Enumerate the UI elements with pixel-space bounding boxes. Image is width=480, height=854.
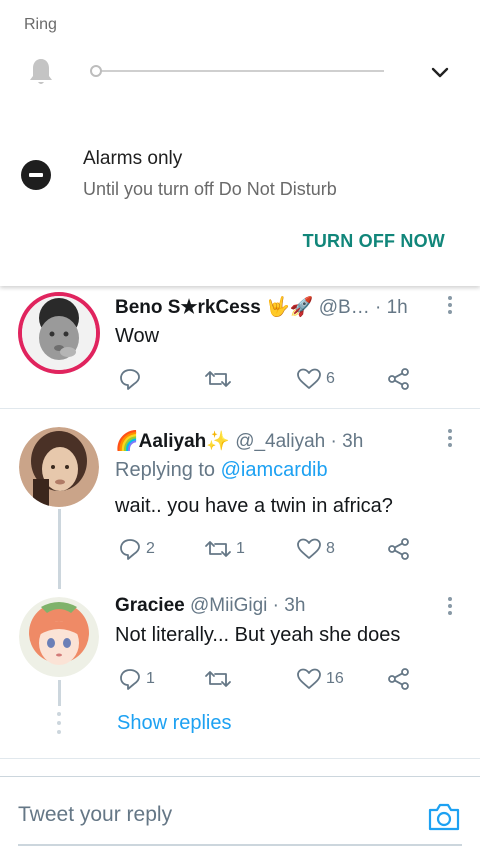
notification-shade: Ring Alarms only Until you turn off Do N… xyxy=(0,0,480,286)
separator-dot: · xyxy=(375,297,382,318)
tweet-text: wait.. you have a twin in africa? xyxy=(115,495,393,517)
replying-to-line: Replying to @iamcardib xyxy=(115,459,328,482)
divider xyxy=(0,758,480,759)
reply-icon xyxy=(120,539,140,560)
tweet[interactable]: Beno S★rkCess 🤟🚀 @B… · 1h Wow 6 xyxy=(0,286,480,408)
separator-dot: · xyxy=(272,595,279,616)
reply-button[interactable]: 1 xyxy=(118,666,155,692)
reply-button[interactable] xyxy=(118,366,146,392)
display-name[interactable]: Graciee xyxy=(115,595,185,616)
tweet-header: Graciee @MiiGigi · 3h xyxy=(115,595,305,617)
reply-input-underline xyxy=(18,844,462,846)
tweet-actions: 1 16 xyxy=(118,666,418,692)
show-replies-link[interactable]: Show replies xyxy=(117,712,232,735)
more-options-icon[interactable] xyxy=(447,429,453,449)
avatar[interactable] xyxy=(19,427,99,507)
bell-icon[interactable] xyxy=(27,57,55,87)
do-not-disturb-icon xyxy=(21,160,51,190)
retweet-count: 1 xyxy=(236,540,245,557)
like-button[interactable]: 6 xyxy=(296,366,335,392)
retweet-button[interactable]: 1 xyxy=(204,536,245,562)
retweet-button[interactable] xyxy=(204,666,236,692)
twitter-conversation-screen: Ring Alarms only Until you turn off Do N… xyxy=(0,0,480,854)
ring-label: Ring xyxy=(24,16,57,33)
reply-composer xyxy=(0,776,480,854)
like-count: 8 xyxy=(326,540,335,557)
ring-volume-slider[interactable] xyxy=(90,64,386,78)
like-button[interactable]: 8 xyxy=(296,536,335,562)
like-button[interactable]: 16 xyxy=(296,666,344,692)
retweet-icon xyxy=(205,371,231,387)
more-options-icon[interactable] xyxy=(447,296,453,316)
avatar[interactable] xyxy=(18,292,100,374)
reply-icon xyxy=(120,669,140,690)
like-count: 16 xyxy=(326,670,344,687)
reply-count: 2 xyxy=(146,540,155,557)
heart-icon xyxy=(297,668,321,689)
heart-icon xyxy=(297,368,321,389)
chevron-down-icon[interactable] xyxy=(428,62,452,84)
thread-line xyxy=(58,680,61,706)
tweet-text: Wow xyxy=(115,325,160,347)
separator-dot: · xyxy=(330,431,337,452)
share-button[interactable] xyxy=(386,666,412,692)
timestamp: 3h xyxy=(284,595,306,616)
dnd-title: Alarms only xyxy=(83,148,183,169)
tweet-text: Not literally... But yeah she does xyxy=(115,624,401,646)
display-name[interactable]: 🌈Aaliyah✨ xyxy=(115,431,230,452)
tweet[interactable]: Graciee @MiiGigi · 3h Not literally... B… xyxy=(0,589,480,709)
thread-line xyxy=(58,509,61,589)
display-name[interactable]: Beno S★rkCess 🤟🚀 xyxy=(115,297,313,318)
thread-continuation-dots xyxy=(57,712,61,740)
camera-icon[interactable] xyxy=(427,802,461,832)
baby-avatar-image xyxy=(22,296,96,370)
share-button[interactable] xyxy=(386,366,412,392)
user-handle[interactable]: @MiiGigi xyxy=(190,595,267,616)
like-count: 6 xyxy=(326,370,335,387)
reply-button[interactable]: 2 xyxy=(118,536,155,562)
aaliyah-avatar-image xyxy=(19,427,99,507)
tweet-header: 🌈Aaliyah✨ @_4aliyah · 3h xyxy=(115,429,363,453)
avatar[interactable] xyxy=(19,597,99,677)
share-icon xyxy=(388,538,409,560)
tweet-actions: 6 xyxy=(118,366,418,392)
timestamp: 3h xyxy=(342,431,364,452)
turn-off-now-button[interactable]: TURN OFF NOW xyxy=(303,231,445,252)
share-icon xyxy=(388,368,409,390)
retweet-icon xyxy=(205,541,231,557)
slider-track xyxy=(98,70,384,72)
tweet-reply-input[interactable] xyxy=(18,803,398,827)
reply-icon xyxy=(120,369,140,390)
anime-avatar-image xyxy=(19,597,99,677)
replying-to-prefix: Replying to xyxy=(115,459,216,481)
tweet-actions: 2 1 8 xyxy=(118,536,418,562)
user-handle[interactable]: @B… xyxy=(319,297,370,318)
share-button[interactable] xyxy=(386,536,412,562)
replying-to-link[interactable]: @iamcardib xyxy=(221,459,328,481)
share-icon xyxy=(388,668,409,690)
timestamp: 1h xyxy=(386,297,408,318)
retweet-icon xyxy=(205,671,231,687)
reply-count: 1 xyxy=(146,670,155,687)
more-options-icon[interactable] xyxy=(447,597,453,617)
user-handle[interactable]: @_4aliyah xyxy=(235,431,325,452)
dnd-subtitle: Until you turn off Do Not Disturb xyxy=(83,179,337,199)
tweet[interactable]: 🌈Aaliyah✨ @_4aliyah · 3h Replying to @ia… xyxy=(0,409,480,589)
tweet-header: Beno S★rkCess 🤟🚀 @B… · 1h xyxy=(115,295,408,319)
slider-thumb[interactable] xyxy=(90,65,102,77)
retweet-button[interactable] xyxy=(204,366,236,392)
heart-icon xyxy=(297,538,321,559)
